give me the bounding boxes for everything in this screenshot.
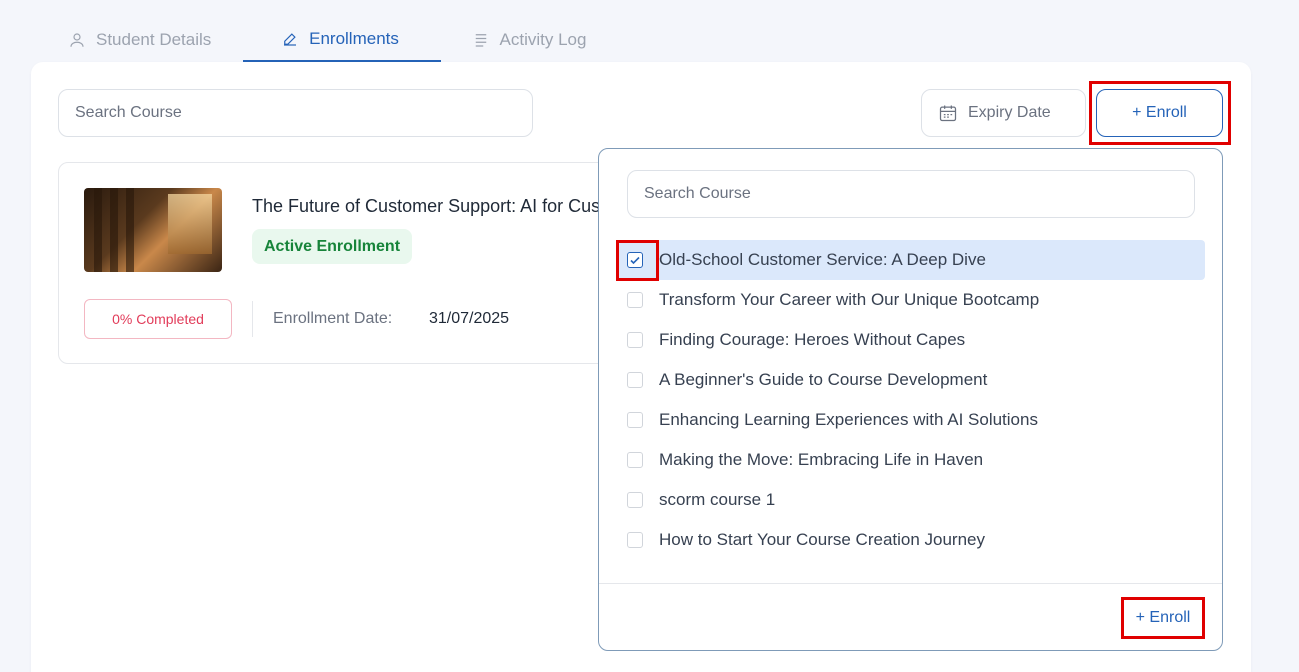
progress-badge: 0% Completed bbox=[84, 299, 232, 339]
list-icon bbox=[475, 34, 486, 47]
course-option[interactable]: Transform Your Career with Our Unique Bo… bbox=[617, 280, 1205, 320]
tab-enrollments[interactable]: Enrollments bbox=[243, 18, 441, 62]
course-option-label: Finding Courage: Heroes Without Capes bbox=[659, 330, 966, 349]
course-option[interactable]: A Beginner's Guide to Course Development bbox=[617, 360, 1205, 400]
divider bbox=[252, 301, 253, 337]
tab-label: Student Details bbox=[96, 30, 212, 49]
expiry-date-label: Expiry Date bbox=[968, 104, 1051, 121]
divider bbox=[599, 583, 1222, 584]
tab-bar: Student Details Enrollments Activity Log bbox=[60, 18, 621, 62]
course-option[interactable]: Finding Courage: Heroes Without Capes bbox=[617, 320, 1205, 360]
course-option-label: Old-School Customer Service: A Deep Dive bbox=[659, 250, 986, 269]
checkbox[interactable] bbox=[627, 452, 643, 468]
course-option-label: A Beginner's Guide to Course Development bbox=[659, 370, 988, 389]
checkbox[interactable] bbox=[627, 532, 643, 548]
course-option[interactable]: scorm course 1 bbox=[617, 480, 1205, 520]
course-option-label: Making the Move: Embracing Life in Haven bbox=[659, 450, 984, 469]
check-icon bbox=[630, 256, 640, 265]
course-option-label: How to Start Your Course Creation Journe… bbox=[659, 530, 986, 549]
tab-label: Enrollments bbox=[309, 29, 399, 48]
tab-label: Activity Log bbox=[499, 30, 587, 49]
calendar-icon bbox=[939, 105, 957, 122]
course-option-label: Transform Your Career with Our Unique Bo… bbox=[659, 290, 1040, 309]
status-badge: Active Enrollment bbox=[252, 229, 413, 264]
course-option-label: Enhancing Learning Experiences with AI S… bbox=[659, 410, 1038, 429]
search-course-input[interactable] bbox=[58, 89, 533, 137]
course-thumbnail bbox=[84, 188, 222, 272]
tab-activity-log[interactable]: Activity Log bbox=[441, 18, 621, 62]
enroll-button[interactable]: + Enroll bbox=[1096, 89, 1223, 137]
course-option[interactable]: Old-School Customer Service: A Deep Dive bbox=[617, 240, 1205, 280]
course-option-label: scorm course 1 bbox=[659, 490, 776, 509]
dropdown-search-input[interactable] bbox=[627, 170, 1195, 218]
course-title: The Future of Customer Support: AI for C… bbox=[252, 196, 602, 216]
dropdown-enroll-button[interactable]: + Enroll bbox=[1122, 598, 1204, 638]
course-option[interactable]: Enhancing Learning Experiences with AI S… bbox=[617, 400, 1205, 440]
checkbox[interactable] bbox=[627, 492, 643, 508]
user-icon bbox=[70, 33, 84, 47]
checkbox[interactable] bbox=[627, 292, 643, 308]
course-option[interactable]: How to Start Your Course Creation Journe… bbox=[617, 520, 1205, 560]
enrollment-date-label: Enrollment Date: bbox=[273, 310, 393, 327]
enrollment-date-value: 31/07/2025 bbox=[429, 310, 510, 327]
checkbox[interactable] bbox=[627, 372, 643, 388]
expiry-date-picker[interactable]: Expiry Date bbox=[921, 89, 1086, 137]
checkbox-checked[interactable] bbox=[627, 252, 643, 268]
checkbox[interactable] bbox=[627, 332, 643, 348]
tab-student-details[interactable]: Student Details bbox=[60, 18, 243, 62]
checkbox[interactable] bbox=[627, 412, 643, 428]
edit-icon bbox=[284, 33, 297, 46]
course-option[interactable]: Making the Move: Embracing Life in Haven bbox=[617, 440, 1205, 480]
